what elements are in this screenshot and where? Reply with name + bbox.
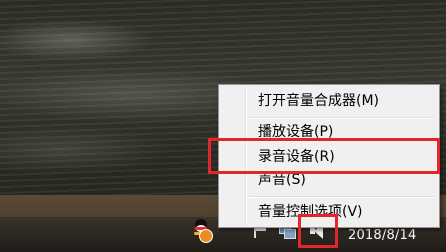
highlight-speaker-icon: [298, 214, 338, 248]
highlight-recording-devices: [208, 138, 440, 174]
menu-item-open-volume-mixer[interactable]: 打开音量合成器(M): [222, 90, 436, 112]
taskbar-clock[interactable]: 2018/8/14: [348, 228, 416, 243]
orange-status-icon[interactable]: [199, 229, 213, 243]
menu-separator: [249, 117, 435, 119]
menu-separator: [249, 196, 435, 198]
